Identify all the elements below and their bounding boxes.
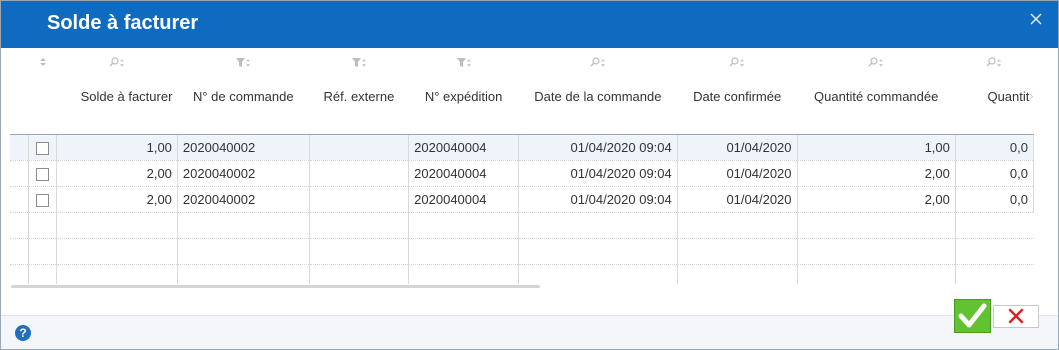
results-table: Solde à facturer N° de commande Réf. ext… — [10, 48, 1034, 284]
header-label-ref-externe: Réf. externe — [323, 89, 395, 104]
search-icon[interactable] — [955, 57, 1033, 71]
search-icon[interactable] — [677, 57, 797, 71]
filter-icon[interactable] — [177, 57, 309, 71]
cell-quantite: 2,00 — [797, 186, 956, 213]
cell-quantite: 1,00 — [797, 134, 956, 161]
cell-ref-externe — [309, 160, 410, 187]
row-spacer — [10, 160, 30, 187]
header-label-date-confirmee: Date confirmée — [693, 89, 782, 104]
cell-date-commande: 01/04/2020 09:04 — [518, 160, 678, 187]
filter-icon[interactable] — [309, 57, 409, 71]
cell-commande: 2020040002 — [177, 160, 310, 187]
cell-date-confirmee: 01/04/2020 — [677, 186, 798, 213]
search-icon[interactable] — [797, 57, 955, 71]
cell-solde: 1,00 — [56, 134, 178, 161]
header-col-solde[interactable]: Solde à facturer — [56, 48, 178, 135]
header-label-quantite: Quantité commandée — [814, 89, 939, 104]
cell-commande: 2020040002 — [177, 186, 310, 213]
cell-solde: 2,00 — [56, 160, 178, 187]
dialog-window: Solde à facturer Solde à facturer N° de … — [0, 0, 1059, 350]
search-icon[interactable] — [57, 57, 178, 71]
search-icon[interactable] — [519, 57, 678, 71]
cell-expedition: 2020040004 — [408, 186, 520, 213]
header-label-quantite-2: Quantit — [987, 89, 1030, 104]
cell-expedition: 2020040004 — [408, 134, 520, 161]
cancel-x-icon — [1008, 308, 1024, 324]
row-checkbox[interactable] — [36, 194, 50, 208]
row-checkbox-cell[interactable] — [28, 134, 58, 161]
row-checkbox[interactable] — [36, 142, 50, 156]
cell-date-commande: 01/04/2020 09:04 — [518, 186, 678, 213]
cell-quantite-2: 0,0 — [955, 160, 1034, 187]
cell-ref-externe — [309, 186, 410, 213]
cell-expedition: 2020040004 — [408, 160, 520, 187]
dialog-footer — [1, 315, 1058, 349]
header-spacer — [10, 48, 29, 135]
help-icon[interactable]: ? — [15, 325, 31, 341]
empty-row — [10, 238, 1034, 265]
sort-icon[interactable] — [29, 57, 57, 71]
ok-button[interactable] — [954, 299, 991, 333]
header-col-ref-externe[interactable]: Réf. externe — [309, 48, 409, 135]
cell-commande: 2020040002 — [177, 134, 310, 161]
cell-date-commande: 01/04/2020 09:04 — [518, 134, 678, 161]
cell-date-confirmee: 01/04/2020 — [677, 160, 798, 187]
row-checkbox[interactable] — [36, 168, 50, 182]
dialog-title: Solde à facturer — [47, 12, 199, 34]
header-row: Solde à facturer N° de commande Réf. ext… — [10, 48, 1034, 135]
checkmark-icon — [958, 303, 987, 328]
row-spacer — [10, 186, 30, 213]
table-row[interactable]: 2,00 2020040002 2020040004 01/04/2020 09… — [10, 160, 1034, 187]
table-row[interactable]: 2,00 2020040002 2020040004 01/04/2020 09… — [10, 186, 1034, 213]
grid-viewport[interactable]: Solde à facturer N° de commande Réf. ext… — [10, 48, 1034, 284]
dialog-titlebar: Solde à facturer — [1, 1, 1058, 48]
header-label-solde: Solde à facturer — [80, 89, 173, 104]
header-col-date-confirmee[interactable]: Date confirmée — [677, 48, 798, 135]
header-col-expedition[interactable]: N° expédition — [408, 48, 519, 135]
horizontal-scrollbar[interactable] — [11, 285, 540, 288]
header-col-date-commande[interactable]: Date de la commande — [518, 48, 678, 135]
table-row[interactable]: 1,00 2020040002 2020040004 01/04/2020 09… — [10, 134, 1034, 161]
header-label-expedition: N° expédition — [424, 89, 503, 104]
header-col-commande[interactable]: N° de commande — [177, 48, 310, 135]
cell-date-confirmee: 01/04/2020 — [677, 134, 798, 161]
filter-icon[interactable] — [409, 57, 519, 71]
row-checkbox-cell[interactable] — [28, 160, 58, 187]
chevron-right-icon[interactable]: › — [1029, 88, 1033, 103]
cell-solde: 2,00 — [56, 186, 178, 213]
cancel-button[interactable] — [993, 305, 1039, 328]
row-checkbox-cell[interactable] — [28, 186, 58, 213]
cell-quantite-2: 0,0 — [955, 186, 1034, 213]
header-col-checkbox[interactable] — [28, 48, 57, 135]
header-col-quantite-2[interactable]: Quantit › — [955, 48, 1034, 135]
close-icon[interactable] — [1028, 11, 1044, 27]
cell-quantite-2: 0,0 — [955, 134, 1034, 161]
empty-row — [10, 212, 1034, 239]
empty-row — [10, 264, 1034, 284]
row-spacer — [10, 134, 30, 161]
header-col-quantite[interactable]: Quantité commandée — [797, 48, 956, 135]
cell-ref-externe — [309, 134, 410, 161]
cell-quantite: 2,00 — [797, 160, 956, 187]
header-label-date-commande: Date de la commande — [534, 89, 662, 104]
header-label-commande: N° de commande — [192, 89, 294, 104]
